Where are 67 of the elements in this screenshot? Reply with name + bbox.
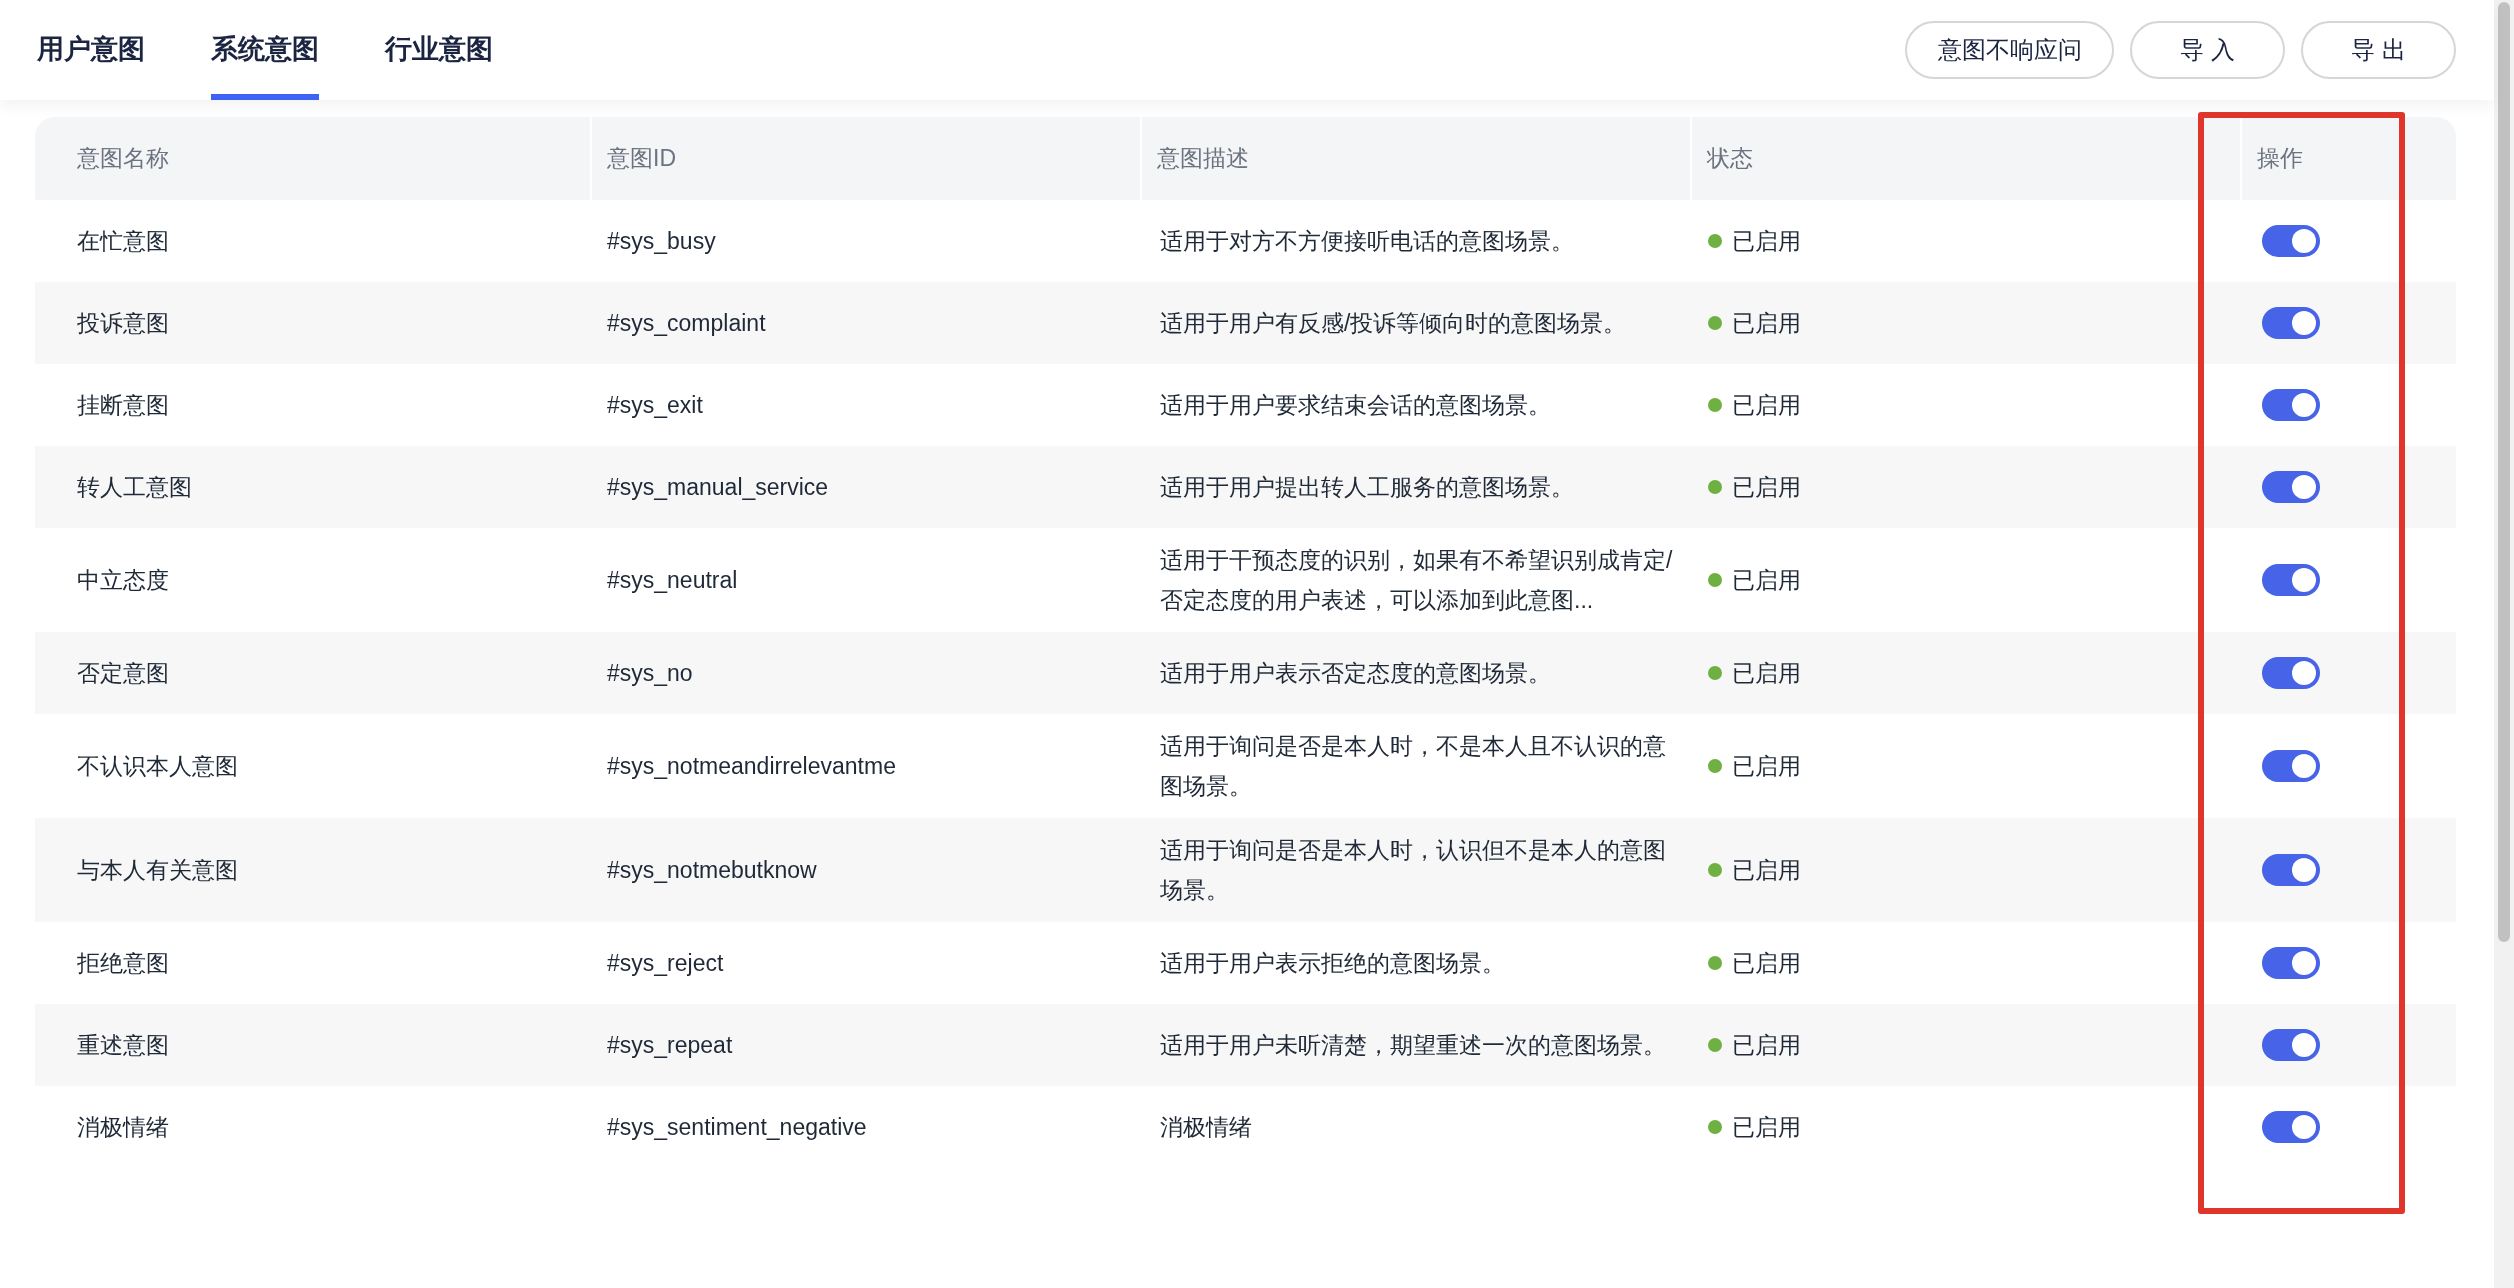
table-cell-text: 适用于用户要求结束会话的意图场景。 bbox=[1160, 391, 1552, 420]
table-cell-text: 适用于用户有反感/投诉等倾向时的意图场景。 bbox=[1160, 309, 1628, 338]
status-text: 已启用 bbox=[1732, 1030, 1801, 1060]
table-cell: 不认识本人意图 bbox=[77, 752, 238, 779]
table-cell: #sys_busy bbox=[607, 227, 716, 254]
table-cell: 否定意图 bbox=[77, 659, 169, 686]
table-cell: 消极情绪 bbox=[77, 1113, 169, 1140]
status-text: 已启用 bbox=[1732, 751, 1801, 781]
toggle-switch[interactable] bbox=[2262, 471, 2320, 503]
toggle-switch[interactable] bbox=[2262, 389, 2320, 421]
table-cell-text: 适用于用户表示否定态度的意图场景。 bbox=[1160, 659, 1552, 688]
status-text: 已启用 bbox=[1732, 226, 1801, 256]
toolbar-button[interactable]: 导 出 bbox=[2301, 21, 2456, 79]
toggle-switch[interactable] bbox=[2262, 1029, 2320, 1061]
table-cell-text: 适用于对方不方便接听电话的意图场景。 bbox=[1160, 227, 1575, 256]
status-text: 已启用 bbox=[1732, 565, 1801, 595]
status-text: 已启用 bbox=[1732, 948, 1801, 978]
table-cell: #sys_complaint bbox=[607, 309, 766, 336]
table-cell: 中立态度 bbox=[77, 566, 169, 593]
table-cell-text: 适用于干预态度的识别，如果有不希望识别成肯定/否定态度的用户表述，可以添加到此意图... bbox=[1160, 546, 1674, 615]
toolbar-button[interactable]: 意图不响应问 bbox=[1905, 21, 2114, 79]
table-cell: 在忙意图 bbox=[77, 227, 169, 254]
column-header: 状态 bbox=[1706, 144, 1753, 174]
column-header: 操作 bbox=[2256, 144, 2303, 174]
status-text: 已启用 bbox=[1732, 390, 1801, 420]
toggle-switch[interactable] bbox=[2262, 564, 2320, 596]
column-header: 意图描述 bbox=[1156, 144, 1249, 174]
toggle-switch[interactable] bbox=[2262, 225, 2320, 257]
table-cell: #sys_exit bbox=[607, 391, 703, 418]
table-cell: 投诉意图 bbox=[77, 309, 169, 336]
table-cell: 与本人有关意图 bbox=[77, 856, 238, 883]
table-cell: 重述意图 bbox=[77, 1031, 169, 1058]
table-cell-text: 适用于用户提出转人工服务的意图场景。 bbox=[1160, 473, 1575, 502]
tab[interactable]: 系统意图 bbox=[211, 0, 319, 100]
table-cell: #sys_notmeandirrelevantme bbox=[607, 752, 896, 779]
table-cell: #sys_repeat bbox=[607, 1031, 733, 1058]
scrollbar[interactable] bbox=[2494, 0, 2514, 1288]
table-cell: #sys_sentiment_negative bbox=[607, 1113, 867, 1140]
table-cell: 转人工意图 bbox=[77, 473, 192, 500]
table-cell: #sys_neutral bbox=[607, 566, 738, 593]
toggle-switch[interactable] bbox=[2262, 657, 2320, 689]
tab[interactable]: 用户意图 bbox=[37, 0, 145, 100]
table-cell: 挂断意图 bbox=[77, 391, 169, 418]
toolbar-button[interactable]: 导 入 bbox=[2130, 21, 2285, 79]
table-cell-text: 适用于用户表示拒绝的意图场景。 bbox=[1160, 949, 1506, 978]
table-cell-text: 适用于询问是否是本人时，认识但不是本人的意图场景。 bbox=[1160, 836, 1667, 905]
table-cell-text: 适用于询问是否是本人时，不是本人且不认识的意图场景。 bbox=[1160, 732, 1667, 801]
status-text: 已启用 bbox=[1732, 308, 1801, 338]
column-header: 意图名称 bbox=[76, 144, 169, 174]
table-cell: #sys_reject bbox=[607, 949, 724, 976]
table-cell-text: 消极情绪 bbox=[1160, 1113, 1253, 1142]
table-cell: #sys_manual_service bbox=[607, 473, 829, 500]
column-header: 意图ID bbox=[606, 144, 676, 174]
toggle-switch[interactable] bbox=[2262, 307, 2320, 339]
table-cell: #sys_notmebutknow bbox=[607, 856, 817, 883]
table-cell-text: 适用于用户未听清楚，期望重述一次的意图场景。 bbox=[1160, 1031, 1667, 1060]
tab[interactable]: 行业意图 bbox=[385, 0, 493, 100]
status-text: 已启用 bbox=[1732, 855, 1801, 885]
status-text: 已启用 bbox=[1732, 1112, 1801, 1142]
status-text: 已启用 bbox=[1732, 472, 1801, 502]
toggle-switch[interactable] bbox=[2262, 947, 2320, 979]
table-cell: 拒绝意图 bbox=[77, 949, 169, 976]
toggle-switch[interactable] bbox=[2262, 854, 2320, 886]
toggle-switch[interactable] bbox=[2262, 1111, 2320, 1143]
toggle-switch[interactable] bbox=[2262, 750, 2320, 782]
status-text: 已启用 bbox=[1732, 658, 1801, 688]
table-cell: #sys_no bbox=[607, 659, 693, 686]
